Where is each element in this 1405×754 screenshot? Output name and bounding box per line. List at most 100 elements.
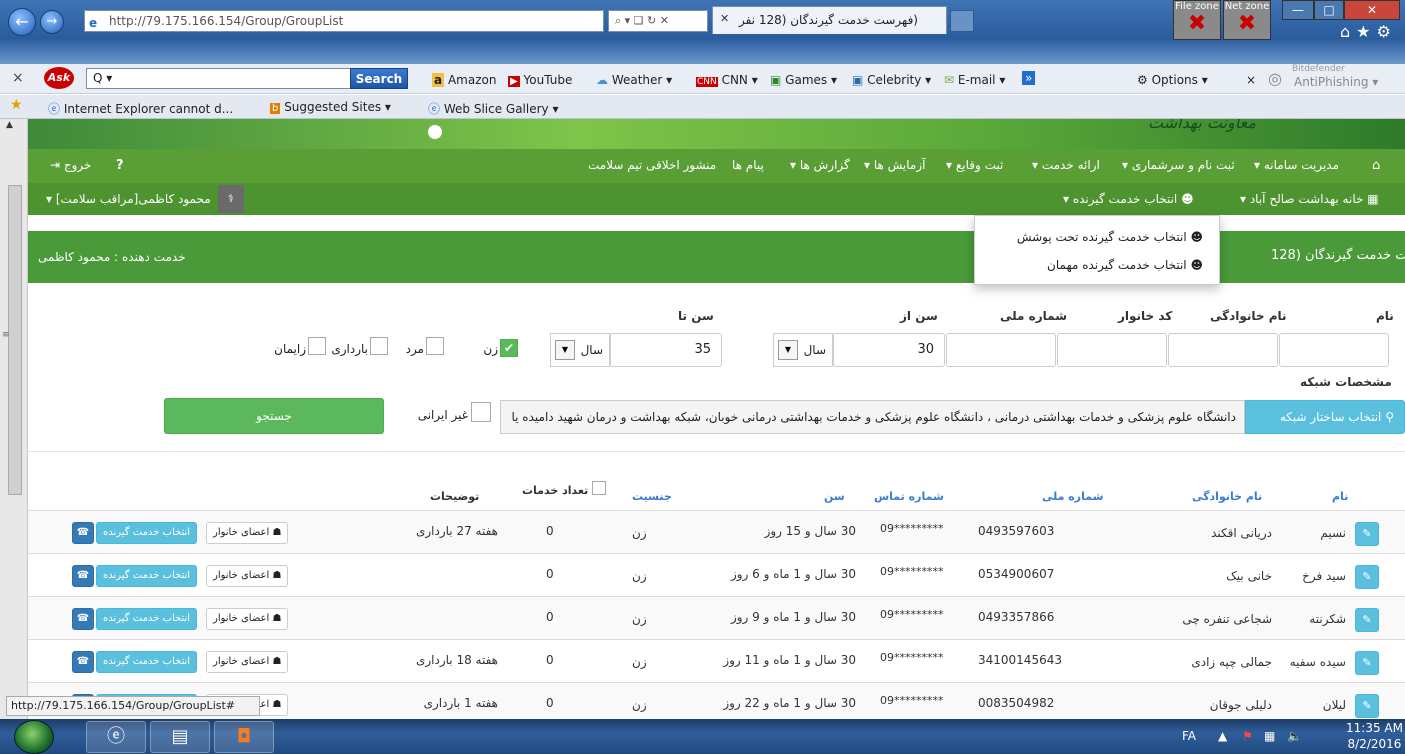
- scrollbar-thumb[interactable]: [8, 185, 22, 495]
- toolbar-email[interactable]: ✉ E-mail ▾: [944, 73, 1005, 87]
- antiphishing-button[interactable]: AntiPhishing ▾: [1294, 75, 1378, 89]
- new-tab-button[interactable]: [950, 10, 974, 32]
- col-gender[interactable]: جنسیت: [632, 490, 672, 503]
- toolbar-search-button[interactable]: Search: [350, 68, 408, 89]
- family-code-input[interactable]: [1057, 333, 1167, 367]
- toolbar-amazon[interactable]: a Amazon: [432, 73, 496, 87]
- clock[interactable]: 11:35 AM 8/2/2016: [1346, 720, 1403, 752]
- exit-button[interactable]: خروج ⇥: [50, 158, 91, 172]
- select-client-button[interactable]: انتخاب خدمت گیرنده: [96, 565, 198, 587]
- start-button[interactable]: [14, 720, 54, 754]
- phone-icon[interactable]: ☎: [72, 565, 94, 587]
- family-members-button[interactable]: ☗ اعضای خانوار: [206, 651, 289, 673]
- menu-messages[interactable]: پیام ها: [732, 158, 764, 172]
- edit-icon[interactable]: ✎: [1355, 694, 1379, 718]
- fav-suggested-sites[interactable]: b Suggested Sites ▾: [270, 100, 391, 114]
- taskbar-ie-icon[interactable]: ⓔ: [86, 721, 146, 753]
- male-checkbox[interactable]: [426, 337, 444, 355]
- fav-ie-error[interactable]: ⓔ Internet Explorer cannot d...: [48, 100, 233, 117]
- edit-icon[interactable]: ✎: [1355, 608, 1379, 632]
- toolbar-celebrity[interactable]: ▣ Celebrity ▾: [852, 73, 931, 87]
- menu-service[interactable]: ارائه خدمت ▾: [1032, 158, 1100, 172]
- scroll-up-icon[interactable]: ▲: [6, 120, 13, 130]
- taskbar-app-icon[interactable]: ◘: [214, 721, 274, 753]
- close-tab-icon[interactable]: ✕: [720, 12, 729, 25]
- network-input[interactable]: دانشگاه علوم پزشکی و خدمات بهداشتی درمان…: [500, 400, 1245, 434]
- menu-system-management[interactable]: مدیریت سامانه ▾: [1254, 158, 1339, 172]
- search-button[interactable]: جستجو: [164, 398, 384, 434]
- splitter-handle-icon[interactable]: ≡: [2, 330, 10, 340]
- age-from-input[interactable]: 30: [833, 333, 945, 367]
- minimize-button[interactable]: —: [1282, 0, 1314, 20]
- family-members-button[interactable]: ☗ اعضای خانوار: [206, 522, 289, 544]
- toolbar-search-input[interactable]: Q ▾: [86, 68, 356, 89]
- fav-web-slice[interactable]: ⓔ Web Slice Gallery ▾: [428, 100, 558, 117]
- dropdown-item-covered[interactable]: ☻ انتخاب خدمت گیرنده تحت پوشش: [1017, 230, 1203, 244]
- select-client-button[interactable]: انتخاب خدمت گیرنده: [96, 608, 198, 630]
- age-to-input[interactable]: 35: [610, 333, 722, 367]
- female-checkbox[interactable]: ✔: [500, 339, 518, 357]
- select-client-button[interactable]: انتخاب خدمت گیرنده: [96, 522, 198, 544]
- dropdown-item-guest[interactable]: ☻ انتخاب خدمت گیرنده مهمان: [1047, 258, 1203, 272]
- stethoscope-icon[interactable]: ⚕: [218, 185, 244, 213]
- toolbar-close-icon[interactable]: ×: [1246, 73, 1256, 87]
- menu-events[interactable]: ثبت وقایع ▾: [946, 158, 1003, 172]
- menu-tests[interactable]: آزمایش ها ▾: [864, 158, 926, 172]
- browser-tab[interactable]: (فهرست خدمت گیرندگان (128 نفر: [712, 6, 947, 34]
- close-window-button[interactable]: ✕: [1344, 0, 1400, 20]
- menu-reports[interactable]: گزارش ها ▾: [790, 158, 850, 172]
- address-bar[interactable]: e http://79.175.166.154/Group/GroupList: [84, 10, 604, 32]
- help-icon[interactable]: ?: [116, 158, 124, 173]
- col-age[interactable]: سن: [824, 490, 845, 503]
- col-phone[interactable]: شماره تماس: [874, 490, 944, 503]
- back-button[interactable]: ←: [8, 8, 36, 36]
- forward-button[interactable]: →: [40, 10, 64, 34]
- menu-ethics[interactable]: منشور اخلاقی تیم سلامت: [588, 158, 716, 172]
- volume-icon[interactable]: 🔈: [1287, 729, 1302, 743]
- close-toolbar-icon[interactable]: ×: [12, 70, 24, 86]
- services-checkbox[interactable]: [592, 481, 606, 495]
- toolbar-cnn[interactable]: CNN CNN ▾: [696, 73, 758, 87]
- language-indicator[interactable]: FA: [1182, 729, 1196, 743]
- phone-icon[interactable]: ☎: [72, 651, 94, 673]
- age-to-unit-select[interactable]: سال ▼: [550, 333, 610, 367]
- toolbar-weather[interactable]: ☁ Weather ▾: [596, 73, 672, 87]
- menu-registration[interactable]: ثبت نام و سرشماری ▾: [1122, 158, 1235, 172]
- edit-icon[interactable]: ✎: [1355, 522, 1379, 546]
- toolbar-more-button[interactable]: »: [1022, 71, 1036, 85]
- toolbar-options[interactable]: ⚙ Options ▾: [1137, 73, 1208, 87]
- building-icon: ▦: [1367, 192, 1379, 206]
- phone-icon[interactable]: ☎: [72, 522, 94, 544]
- pregnant-checkbox[interactable]: [370, 337, 388, 355]
- address-controls[interactable]: ⌕ ▾ ❑ ↻ ✕: [608, 10, 708, 32]
- name-input[interactable]: [1279, 333, 1389, 367]
- phone-icon[interactable]: ☎: [72, 608, 94, 630]
- edit-icon[interactable]: ✎: [1355, 651, 1379, 675]
- action-center-icon[interactable]: ▦: [1264, 729, 1275, 743]
- family-members-button[interactable]: ☗ اعضای خانوار: [206, 565, 289, 587]
- select-network-button[interactable]: ⚲ انتخاب ساختار شبکه: [1245, 400, 1405, 434]
- taskbar-explorer-icon[interactable]: ▤: [150, 721, 210, 753]
- maximize-button[interactable]: □: [1314, 0, 1344, 20]
- postpartum-checkbox[interactable]: [308, 337, 326, 355]
- select-client-button[interactable]: انتخاب خدمت گیرنده: [96, 651, 198, 673]
- toolbar-games[interactable]: ▣ Games ▾: [770, 73, 837, 87]
- col-national[interactable]: شماره ملی: [1042, 490, 1103, 503]
- center-select[interactable]: ▦ خانه بهداشت صالح آباد ▾: [1240, 192, 1379, 206]
- home-favorites-tools-icons[interactable]: ⌂★⚙: [1340, 22, 1397, 41]
- toolbar-youtube[interactable]: ▶ YouTube: [508, 73, 572, 87]
- col-family[interactable]: نام خانوادگی: [1192, 490, 1262, 503]
- home-icon[interactable]: ⌂: [1372, 158, 1380, 173]
- non-iranian-checkbox[interactable]: [471, 402, 491, 422]
- select-client-menu[interactable]: ☻ انتخاب خدمت گیرنده ▾: [1063, 192, 1194, 206]
- national-id-input[interactable]: [946, 333, 1056, 367]
- edit-icon[interactable]: ✎: [1355, 565, 1379, 589]
- family-input[interactable]: [1168, 333, 1278, 367]
- col-name[interactable]: نام: [1332, 490, 1348, 503]
- user-menu[interactable]: محمود کاظمی[مراقب سلامت] ▾: [46, 192, 211, 206]
- tray-expand-icon[interactable]: ▲: [1218, 729, 1227, 743]
- family-members-button[interactable]: ☗ اعضای خانوار: [206, 608, 289, 630]
- favorites-star-icon[interactable]: ★: [10, 97, 23, 113]
- age-from-unit-select[interactable]: سال ▼: [773, 333, 833, 367]
- network-tray-icon[interactable]: ⚑: [1242, 729, 1253, 743]
